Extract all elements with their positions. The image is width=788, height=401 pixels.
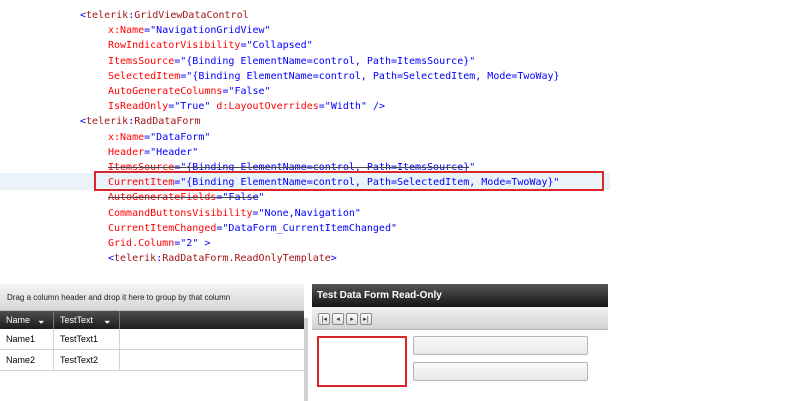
table-row[interactable]: Name1 TestText1 (0, 329, 304, 350)
code-token: d:LayoutOverrides (216, 101, 319, 113)
code-token: " (204, 131, 211, 143)
next-icon[interactable]: ▸ (346, 313, 358, 325)
code-token: telerik (86, 10, 129, 21)
previous-icon[interactable]: ◂ (332, 313, 344, 325)
code-token: > (330, 253, 337, 265)
data-form: Test Data Form Read-Only |◂ ◂ ▸ ▸| (312, 284, 608, 401)
code-token: SelectedItem (108, 70, 181, 82)
code-token: RadDataForm (134, 116, 201, 128)
grid-splitter[interactable] (304, 318, 308, 401)
code-token: False (228, 192, 259, 204)
code-line: AutoGenerateFields="False" (108, 190, 265, 205)
code-line: ItemsSource="{Binding ElementName=contro… (108, 54, 475, 69)
code-token: " (306, 40, 313, 52)
code-line: CurrentItemChanged="DataForm_CurrentItem… (108, 221, 397, 236)
code-token: Collapsed (252, 40, 307, 52)
code-token: " (258, 192, 265, 204)
code-token: =" (144, 146, 157, 158)
code-line: Grid.Column="2" > (108, 236, 210, 251)
code-token: =" (252, 207, 265, 219)
code-token: =" (180, 70, 193, 82)
code-token: IsReadOnly (108, 101, 169, 113)
cell-name: Name1 (0, 329, 54, 350)
code-token: " > (192, 238, 211, 249)
code-token: RadDataForm.ReadOnlyTemplate (162, 253, 331, 265)
column-header-name[interactable]: Name ⏷ (0, 311, 54, 329)
code-token: telerik (86, 116, 129, 128)
first-icon[interactable]: |◂ (318, 313, 330, 325)
column-header-label: Name (6, 315, 31, 325)
code-token: {Binding ElementName=control, Path=Selec… (192, 70, 560, 82)
column-header-testtext[interactable]: TestText ⏷ (54, 311, 120, 329)
highlight-box (94, 171, 604, 191)
code-token: Header (156, 146, 193, 158)
code-line: Header="Header" (108, 145, 198, 160)
code-token: =" (318, 101, 331, 113)
code-token: Width (330, 101, 361, 113)
code-token: =" (216, 222, 229, 234)
code-token: " /> (360, 101, 386, 113)
code-token: " (354, 207, 361, 219)
code-line: x:Name="NavigationGridView" (108, 23, 271, 38)
data-form-header: Test Data Form Read-Only (312, 284, 608, 307)
code-line: CommandButtonsVisibility="None,Navigatio… (108, 206, 361, 221)
code-token: None,Navigation (264, 207, 355, 219)
code-token: CurrentItemChanged (108, 222, 217, 234)
code-token: DataForm (156, 131, 205, 143)
navigation-toolbar: |◂ ◂ ▸ ▸| (312, 307, 608, 330)
navigation-grid-view: Drag a column header and drop it here to… (0, 284, 304, 401)
code-token: DataForm_CurrentItemChanged (228, 222, 391, 234)
cell-testtext: TestText1 (54, 329, 120, 350)
code-line: AutoGenerateColumns="False" (108, 84, 271, 99)
code-token: " (204, 101, 217, 113)
code-token: =" (216, 192, 229, 204)
code-line: <telerik:RadDataForm (80, 114, 200, 129)
code-token: NavigationGridView (156, 25, 265, 37)
code-token: AutoGenerateFields (108, 192, 217, 204)
code-token: " (264, 25, 271, 37)
code-line: SelectedItem="{Binding ElementName=contr… (108, 69, 560, 84)
read-only-field-2[interactable] (413, 362, 588, 381)
code-token: Grid.Column (108, 238, 175, 249)
read-only-field-1[interactable] (413, 336, 588, 355)
column-header-label: TestText (60, 315, 94, 325)
code-token: x:Name (108, 25, 145, 37)
code-token: =" (174, 238, 187, 249)
cell-testtext: TestText2 (54, 350, 120, 371)
code-token: Header (108, 146, 145, 158)
code-token: " (264, 86, 271, 97)
grid-header: Name ⏷ TestText ⏷ (0, 311, 304, 329)
code-line: IsReadOnly="True" d:LayoutOverrides="Wid… (108, 99, 385, 114)
code-token: GridViewDataControl (134, 10, 249, 21)
code-line: <telerik:GridViewDataControl (80, 8, 249, 23)
code-token: RowIndicatorVisibility (108, 40, 241, 52)
code-token: " (390, 222, 398, 234)
code-line: <telerik:RadDataForm.ReadOnlyTemplate> (108, 251, 337, 266)
code-token: =" (144, 25, 157, 37)
code-token: ItemsSource (108, 55, 175, 67)
code-token: =" (174, 55, 187, 67)
code-line: x:Name="DataForm" (108, 130, 210, 145)
code-token: True (180, 101, 205, 113)
code-token: AutoGenerateColumns (108, 86, 223, 97)
group-panel[interactable]: Drag a column header and drop it here to… (0, 284, 304, 311)
code-token: x:Name (108, 131, 145, 143)
code-token: =" (168, 101, 181, 113)
code-line: RowIndicatorVisibility="Collapsed" (108, 38, 313, 53)
table-row[interactable]: Name2 TestText2 (0, 350, 304, 371)
code-token: " (469, 55, 476, 67)
code-token: telerik (114, 253, 157, 265)
code-token: False (234, 86, 265, 97)
field-label-area-highlighted (317, 336, 407, 387)
code-token: " (192, 146, 199, 158)
code-token: =" (144, 131, 157, 143)
code-token: =" (240, 40, 253, 52)
code-token: CommandButtonsVisibility (108, 207, 253, 219)
code-token: =" (222, 86, 235, 97)
last-icon[interactable]: ▸| (360, 313, 372, 325)
cell-name: Name2 (0, 350, 54, 371)
code-token: {Binding ElementName=control, Path=Items… (186, 55, 470, 67)
xaml-code-editor: <telerik:GridViewDataControl x:Name="Navi… (0, 0, 788, 268)
